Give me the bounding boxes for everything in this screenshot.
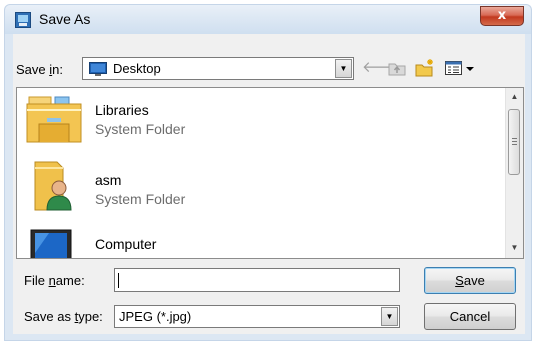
save-as-dialog: Save As x Save in: Desktop ▼ 🡐 <box>0 0 536 345</box>
text-caret <box>118 273 119 288</box>
scroll-up-icon[interactable]: ▲ <box>506 88 523 105</box>
cancel-button[interactable]: Cancel <box>424 303 516 330</box>
view-menu-icon[interactable] <box>444 58 476 78</box>
save-button[interactable]: Save <box>424 267 516 294</box>
file-type-text: System Folder <box>95 191 186 207</box>
new-folder-icon[interactable] <box>414 58 436 78</box>
vertical-scrollbar[interactable]: ▲ ▼ <box>505 88 523 258</box>
desktop-icon <box>89 62 107 76</box>
up-folder-icon[interactable] <box>387 58 407 78</box>
save-as-type-dropdown[interactable]: JPEG (*.jpg) ▼ <box>114 305 400 328</box>
file-name-text: Computer <box>95 236 157 252</box>
file-name-input[interactable] <box>114 268 400 292</box>
chevron-down-icon[interactable]: ▼ <box>381 307 398 326</box>
close-icon: x <box>497 8 507 23</box>
list-item[interactable]: asm System Folder <box>17 156 502 216</box>
file-name-label: File name: <box>24 273 85 288</box>
scroll-thumb[interactable] <box>508 109 520 175</box>
save-in-value: Desktop <box>113 61 161 76</box>
save-as-type-value: JPEG (*.jpg) <box>119 309 192 324</box>
user-folder-icon <box>34 161 72 211</box>
file-list[interactable]: Libraries System Folder asm System Folde… <box>16 87 524 259</box>
libraries-folder-icon <box>26 96 82 143</box>
save-in-dropdown[interactable]: Desktop ▼ <box>82 57 354 80</box>
save-as-type-label: Save as type: <box>24 309 103 324</box>
title-bar[interactable]: Save As x <box>4 4 532 34</box>
close-button[interactable]: x <box>480 6 524 26</box>
chevron-down-icon[interactable]: ▼ <box>335 59 352 78</box>
save-in-label: Save in: <box>16 62 63 77</box>
list-item[interactable]: Computer System Folder <box>17 224 502 258</box>
back-arrow-icon[interactable]: 🡐 <box>362 58 402 78</box>
list-item[interactable]: Libraries System Folder <box>17 88 502 148</box>
file-type-text: System Folder <box>95 121 186 137</box>
file-name-text: asm <box>95 172 122 188</box>
computer-icon <box>30 229 72 258</box>
window-title: Save As <box>39 11 91 27</box>
save-dialog-icon <box>15 12 31 28</box>
file-name-text: Libraries <box>95 102 149 118</box>
scroll-down-icon[interactable]: ▼ <box>506 239 523 256</box>
file-type-text: System Folder <box>95 255 185 258</box>
